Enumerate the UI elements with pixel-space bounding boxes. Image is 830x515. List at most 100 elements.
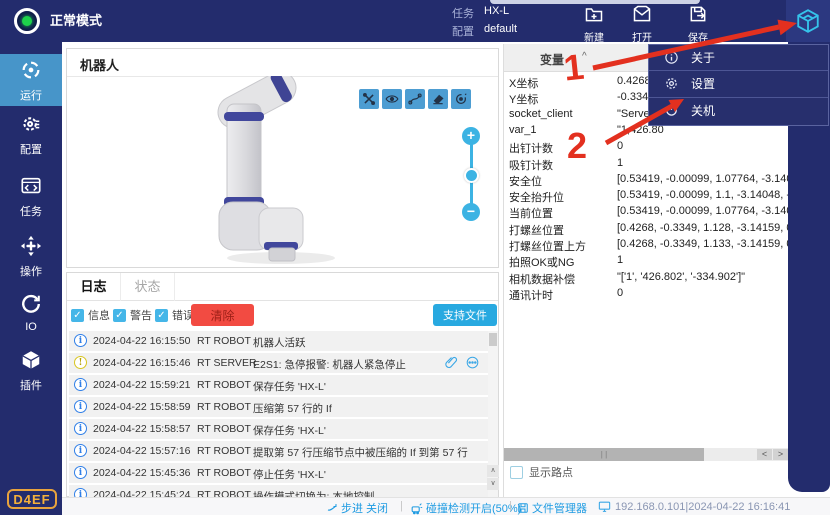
log-message: E2S1: 急停报警: 机器人紧急停止 — [253, 357, 406, 372]
scroll-right-button[interactable]: > — [773, 449, 788, 460]
log-row: 2024-04-22 15:57:16 RT ROBOT 提取第 57 行压缩节… — [69, 441, 488, 461]
log-tab[interactable]: 日志 — [67, 273, 121, 301]
variable-value: [0.53419, -0.00099, 1.1, -3.14048, -0.00 — [617, 189, 789, 201]
menu-item-settings[interactable]: 设置 — [649, 71, 828, 97]
hscrollbar-thumb[interactable]: | | — [504, 448, 704, 461]
file-manager-button[interactable]: 文件管理器 — [517, 500, 587, 515]
clear-log-button[interactable]: 清除 — [191, 304, 254, 326]
show-waypoints-toggle[interactable]: 显示路点 — [510, 465, 573, 479]
log-vscrollbar[interactable]: ∧ ∨ — [488, 331, 498, 497]
variable-name: 通讯计时 — [509, 287, 553, 302]
variable-value: [0.4268, -0.3349, 1.133, -3.14159, 0, -1 — [617, 238, 789, 250]
log-message: 压缩第 57 行的 If — [253, 401, 332, 416]
log-level-icon — [74, 378, 87, 391]
variable-name: var_1 — [509, 124, 537, 136]
scroll-down-button[interactable]: ∨ — [487, 478, 499, 490]
cube-icon — [20, 349, 42, 371]
support-file-button[interactable]: 支持文件 — [433, 304, 497, 326]
tools-icon — [362, 92, 376, 106]
config-value: default — [484, 23, 517, 35]
variable-row: 拍照OK或NG 1 — [504, 253, 789, 269]
variables-hscrollbar[interactable]: | | < > — [504, 448, 789, 461]
system-menu-button[interactable] — [786, 0, 830, 42]
zoom-slider-handle[interactable] — [464, 168, 479, 183]
tools-button[interactable] — [359, 89, 379, 109]
trajectory-button[interactable] — [405, 89, 425, 109]
sidebar-item-config[interactable]: 配置 — [0, 108, 62, 160]
zoom-in-button[interactable]: + — [462, 127, 480, 145]
filter-label: 警告 — [130, 307, 152, 323]
visibility-icon — [385, 92, 399, 106]
variable-row: 安全抬升位 [0.53419, -0.00099, 1.1, -3.14048,… — [504, 188, 789, 204]
filter-info-checkbox[interactable]: 信息 — [71, 307, 110, 323]
menu-item-about[interactable]: 关于 — [649, 45, 828, 71]
variable-name: 出钉计数 — [509, 140, 553, 155]
filter-error-checkbox[interactable]: 错误 — [155, 307, 194, 323]
log-time: 2024-04-22 15:58:59 — [93, 401, 191, 413]
variable-row: 当前位置 [0.53419, -0.00099, 1.07764, -3.140… — [504, 204, 789, 220]
mode-status-indicator — [14, 8, 40, 34]
zoom-out-button[interactable]: − — [462, 203, 480, 221]
attachment-icon[interactable] — [444, 355, 459, 370]
gear-icon — [20, 113, 42, 135]
collision-detect-status[interactable]: 碰撞检测开启(50%) — [410, 500, 521, 515]
task-label: 任务 — [452, 5, 474, 21]
log-message: 提取第 57 行压缩节点中被压缩的 If 到第 57 行 — [253, 445, 468, 460]
cube-logo-icon — [795, 8, 821, 34]
eraser-icon — [431, 92, 445, 106]
variable-name: 当前位置 — [509, 205, 553, 220]
robot-panel-title: 机器人 — [80, 55, 119, 74]
open-task-button[interactable]: 打开 — [619, 1, 665, 41]
log-tab[interactable]: 状态 — [121, 273, 175, 301]
menu-item-shutdown[interactable]: 关机 — [649, 98, 828, 124]
log-source: RT ROBOT — [197, 489, 251, 497]
menu-item-label: 关于 — [691, 49, 715, 66]
more-options-icon[interactable] — [465, 355, 480, 370]
network-label: 192.168.0.101|2024-04-22 16:16:41 — [615, 501, 790, 513]
new-task-button[interactable]: 新建 — [571, 1, 617, 41]
variable-value: [0.53419, -0.00099, 1.07764, -3.14048, — [617, 205, 789, 217]
sidebar-item-run[interactable]: 运行 — [0, 54, 62, 106]
green-status-icon — [22, 16, 32, 26]
trajectory-icon — [408, 92, 422, 106]
step-mode-label: 步进 关闭 — [341, 500, 388, 515]
code-window-icon — [20, 175, 42, 197]
filter-label: 信息 — [88, 307, 110, 323]
variable-name: 安全抬升位 — [509, 189, 564, 204]
open-file-icon — [632, 4, 652, 24]
sidebar-item-operate[interactable]: 操作 — [0, 230, 62, 282]
sidebar-item-plugin[interactable]: 插件 — [0, 344, 62, 396]
sidebar-item-io[interactable]: IO — [0, 288, 62, 340]
reset-view-button[interactable] — [451, 89, 471, 109]
variable-row: 出钉计数 0 — [504, 139, 789, 155]
log-time: 2024-04-22 15:45:36 — [93, 467, 191, 479]
visibility-button[interactable] — [382, 89, 402, 109]
variable-name: X坐标 — [509, 75, 538, 90]
eraser-button[interactable] — [428, 89, 448, 109]
step-mode-status[interactable]: 步进 关闭 — [326, 500, 388, 515]
variable-row: 打螺丝位置 [0.4268, -0.3349, 1.128, -3.14159,… — [504, 221, 789, 237]
scroll-left-button[interactable]: < — [757, 449, 772, 460]
io-arrows-icon — [20, 293, 42, 315]
log-message: 保存任务 'HX-L' — [253, 423, 326, 438]
log-level-icon — [74, 488, 87, 497]
app-window: 正常模式 任务 HX-L 配置 default 新建 打开 保存 运行 — [0, 0, 830, 515]
filter-warning-checkbox[interactable]: 警告 — [113, 307, 152, 323]
checkbox-icon[interactable] — [510, 466, 523, 479]
vscrollbar-thumb[interactable] — [489, 333, 497, 346]
variable-name: 拍照OK或NG — [509, 254, 574, 269]
sidebar-item-task[interactable]: 任务 — [0, 170, 62, 222]
status-badge: D4EF — [7, 489, 57, 509]
variable-value: "['1', '426.802', '-334.902']" — [617, 271, 789, 283]
checkbox-checked-icon — [71, 309, 84, 322]
step-mode-icon — [326, 502, 338, 514]
rotate-view-icon — [454, 92, 468, 106]
scroll-up-button[interactable]: ∧ — [487, 465, 499, 477]
variable-value: 1 — [617, 157, 789, 169]
variable-row: 通讯计时 0 — [504, 286, 789, 302]
target-icon — [20, 59, 42, 81]
variable-name: 相机数据补偿 — [509, 271, 575, 286]
save-task-button[interactable]: 保存 — [675, 1, 721, 41]
sidebar-item-label: 运行 — [0, 87, 62, 103]
checkbox-checked-icon — [113, 309, 126, 322]
